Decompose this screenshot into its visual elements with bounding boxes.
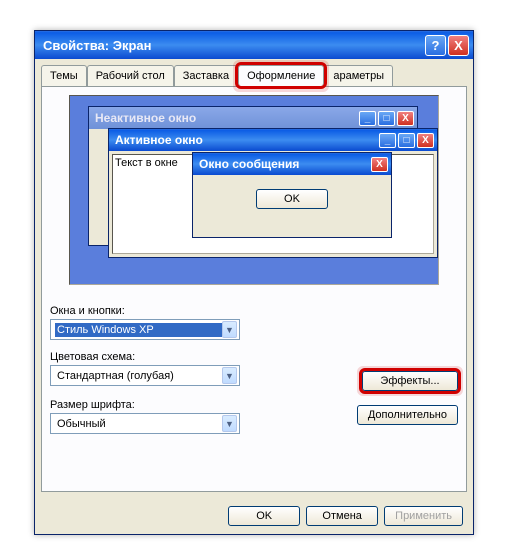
close-icon: X [417, 133, 434, 148]
tab-desktop[interactable]: Рабочий стол [87, 65, 174, 86]
titlebar[interactable]: Свойства: Экран ? X [35, 31, 473, 59]
font-size-row: Размер шрифта: Обычный ▼ [50, 399, 250, 434]
cancel-button[interactable]: Отмена [306, 506, 378, 526]
color-scheme-select[interactable]: Стандартная (голубая) ▼ [50, 365, 240, 386]
help-button[interactable]: ? [425, 35, 446, 56]
tab-strip: Темы Рабочий стол Заставка Оформление ар… [35, 59, 473, 86]
windows-buttons-select[interactable]: Стиль Windows XP ▼ [50, 319, 240, 340]
chevron-down-icon: ▼ [222, 321, 237, 338]
windows-buttons-row: Окна и кнопки: Стиль Windows XP ▼ [50, 305, 250, 340]
effects-button-wrap: Эффекты... [362, 371, 458, 391]
tab-settings[interactable]: араметры [324, 65, 393, 86]
maximize-icon: □ [378, 111, 395, 126]
preview-active-title: Активное окно [115, 133, 203, 147]
advanced-button-wrap: Дополнительно [357, 405, 458, 425]
window-title: Свойства: Экран [43, 38, 423, 53]
close-icon: X [371, 157, 388, 172]
color-scheme-label: Цветовая схема: [50, 351, 250, 363]
close-button[interactable]: X [448, 35, 469, 56]
close-icon: X [397, 111, 414, 126]
font-size-select[interactable]: Обычный ▼ [50, 413, 240, 434]
display-properties-window: Свойства: Экран ? X Темы Рабочий стол За… [34, 30, 474, 535]
chevron-down-icon: ▼ [222, 367, 237, 384]
preview-message-window: Окно сообщения X OK [192, 152, 392, 238]
tab-appearance[interactable]: Оформление [238, 65, 324, 86]
chevron-down-icon: ▼ [222, 415, 237, 432]
windows-buttons-value: Стиль Windows XP [55, 323, 222, 337]
maximize-icon: □ [398, 133, 415, 148]
minimize-icon: _ [379, 133, 396, 148]
advanced-button[interactable]: Дополнительно [357, 405, 458, 425]
color-scheme-value: Стандартная (голубая) [55, 369, 222, 383]
preview-inactive-title: Неактивное окно [95, 111, 196, 125]
windows-buttons-label: Окна и кнопки: [50, 305, 250, 317]
font-size-label: Размер шрифта: [50, 399, 250, 411]
font-size-value: Обычный [55, 417, 222, 431]
preview-ok-button: OK [256, 189, 328, 209]
appearance-panel: Неактивное окно _ □ X Активное окно _ □ … [41, 86, 467, 492]
minimize-icon: _ [359, 111, 376, 126]
preview-area: Неактивное окно _ □ X Активное окно _ □ … [69, 95, 439, 285]
dialog-buttons: OK Отмена Применить [35, 498, 473, 534]
effects-button[interactable]: Эффекты... [362, 371, 458, 391]
ok-button[interactable]: OK [228, 506, 300, 526]
apply-button[interactable]: Применить [384, 506, 463, 526]
preview-message-title: Окно сообщения [199, 157, 299, 171]
tab-screensaver[interactable]: Заставка [174, 65, 238, 86]
tab-themes[interactable]: Темы [41, 65, 87, 86]
color-scheme-row: Цветовая схема: Стандартная (голубая) ▼ [50, 351, 250, 386]
